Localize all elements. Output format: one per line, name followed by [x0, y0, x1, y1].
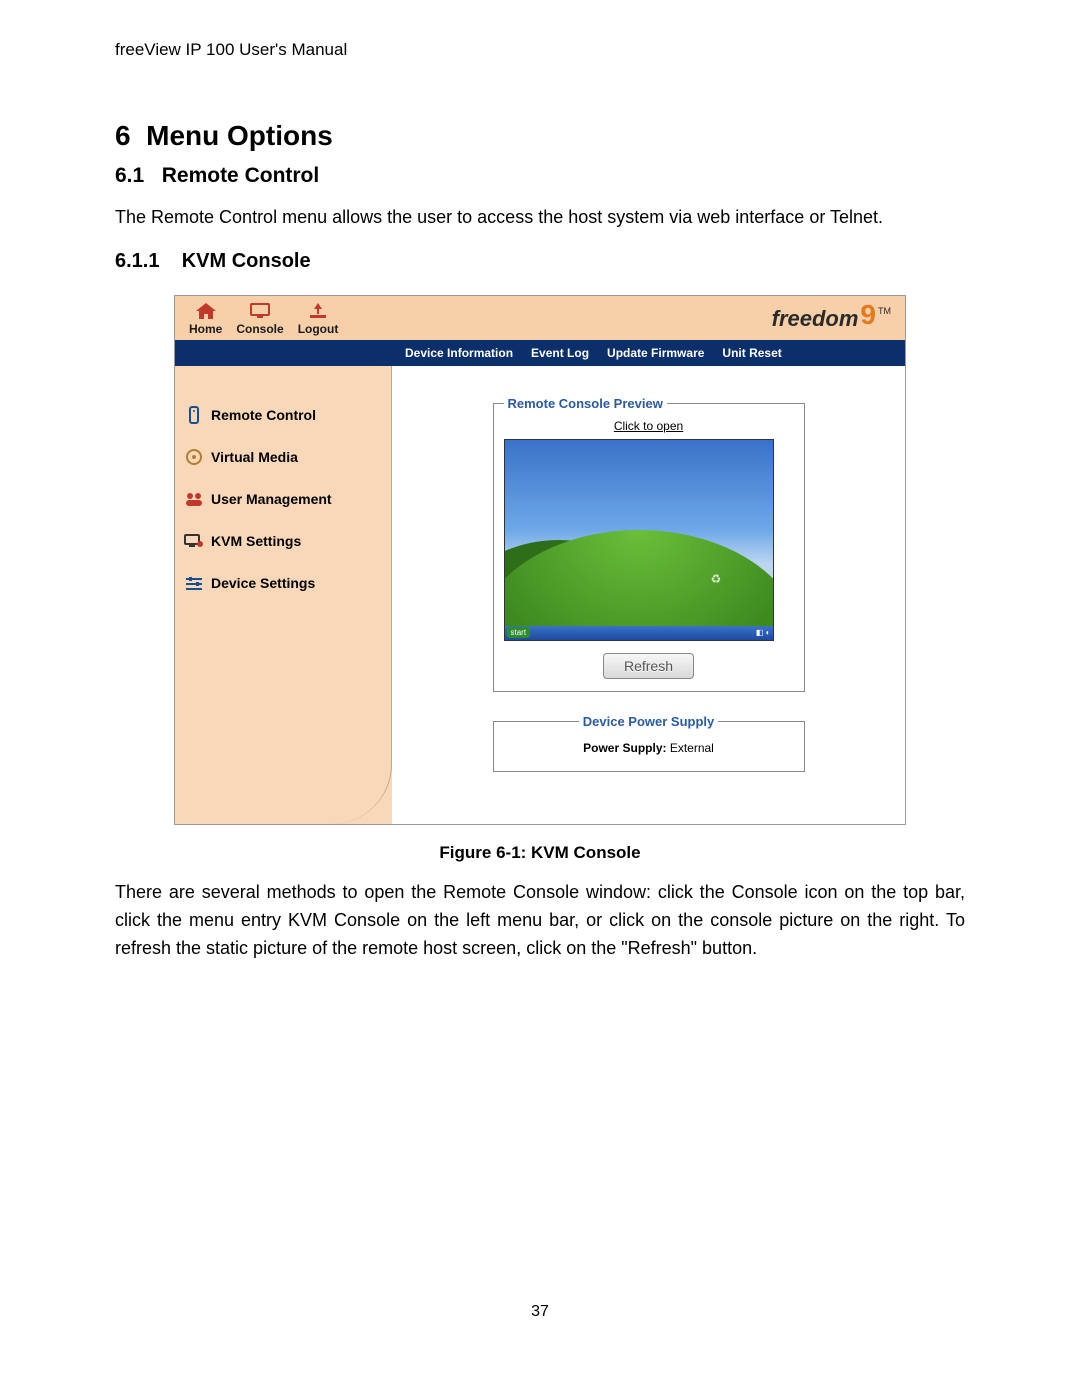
- start-button: start: [507, 627, 531, 638]
- sidebar-item-label: User Management: [211, 491, 332, 507]
- section-title: Remote Control: [162, 164, 320, 187]
- body-paragraph-2: There are several methods to open the Re…: [115, 879, 965, 963]
- nav-unit-reset[interactable]: Unit Reset: [722, 346, 781, 360]
- brand-logo: freedom 9 TM: [772, 306, 891, 332]
- chapter-heading: 6 Menu Options: [115, 120, 965, 152]
- power-legend: Device Power Supply: [579, 714, 719, 729]
- brand-nine-icon: 9: [860, 306, 876, 324]
- sidebar-item-label: KVM Settings: [211, 533, 301, 549]
- nav-console-label: Console: [236, 322, 283, 336]
- brand-text: freedom: [772, 306, 859, 332]
- console-preview-image[interactable]: ♻ start ◧ ◐: [504, 439, 774, 641]
- refresh-button[interactable]: Refresh: [603, 653, 694, 679]
- windows-taskbar: start ◧ ◐: [505, 626, 773, 640]
- chapter-number: 6: [115, 120, 131, 151]
- sidebar-item-label: Virtual Media: [211, 449, 298, 465]
- page-number: 37: [115, 1303, 965, 1321]
- sidebar-item-virtual-media[interactable]: Virtual Media: [183, 448, 383, 466]
- sidebar-item-remote-control[interactable]: Remote Control: [183, 406, 383, 424]
- nav-device-info[interactable]: Device Information: [405, 346, 513, 360]
- sidebar-item-user-management[interactable]: User Management: [183, 490, 383, 508]
- nav-home-label: Home: [189, 322, 222, 336]
- section-paragraph: The Remote Control menu allows the user …: [115, 204, 965, 232]
- chapter-title: Menu Options: [146, 120, 333, 151]
- sidebar-item-label: Device Settings: [211, 575, 315, 591]
- section-heading: 6.1 Remote Control: [115, 164, 965, 188]
- sidebar: Remote Control Virtual Media User Manage…: [175, 366, 392, 824]
- power-label: Power Supply:: [583, 741, 666, 755]
- nav-home-button[interactable]: Home: [189, 302, 222, 336]
- recycle-bin-icon: ♻: [711, 572, 725, 586]
- nav-logout-label: Logout: [298, 322, 339, 336]
- figure-caption: Figure 6-1: KVM Console: [115, 843, 965, 863]
- monitor-icon: [249, 302, 271, 320]
- page-header: freeView IP 100 User's Manual: [115, 40, 965, 60]
- sidebar-item-label: Remote Control: [211, 407, 316, 423]
- app-topbar: Home Console Logout freedom 9: [175, 296, 905, 340]
- remote-console-preview-panel: Remote Console Preview Click to open ♻ s…: [493, 396, 805, 692]
- section-number: 6.1: [115, 164, 144, 187]
- logout-icon: [307, 302, 329, 320]
- nav-event-log[interactable]: Event Log: [531, 346, 589, 360]
- device-power-panel: Device Power Supply Power Supply: Extern…: [493, 714, 805, 772]
- subsection-title: KVM Console: [182, 250, 311, 272]
- remote-control-icon: [183, 406, 205, 424]
- subsection-number: 6.1.1: [115, 250, 159, 272]
- subsection-heading: 6.1.1 KVM Console: [115, 250, 965, 273]
- preview-legend: Remote Console Preview: [504, 396, 667, 411]
- kvm-settings-icon: [183, 532, 205, 550]
- system-tray: ◧ ◐: [756, 628, 771, 637]
- home-icon: [195, 302, 217, 320]
- figure-screenshot: Home Console Logout freedom 9: [174, 295, 906, 825]
- sidebar-item-device-settings[interactable]: Device Settings: [183, 574, 383, 592]
- main-content: Remote Console Preview Click to open ♻ s…: [392, 366, 905, 824]
- secondary-nav: Device Information Event Log Update Firm…: [175, 340, 905, 366]
- users-icon: [183, 490, 205, 508]
- click-to-open-link[interactable]: Click to open: [504, 419, 794, 433]
- brand-tm: TM: [878, 306, 891, 316]
- nav-logout-button[interactable]: Logout: [298, 302, 339, 336]
- nav-update-firmware[interactable]: Update Firmware: [607, 346, 704, 360]
- power-value: External: [670, 741, 714, 755]
- disc-icon: [183, 448, 205, 466]
- nav-console-button[interactable]: Console: [236, 302, 283, 336]
- sliders-icon: [183, 574, 205, 592]
- sidebar-item-kvm-settings[interactable]: KVM Settings: [183, 532, 383, 550]
